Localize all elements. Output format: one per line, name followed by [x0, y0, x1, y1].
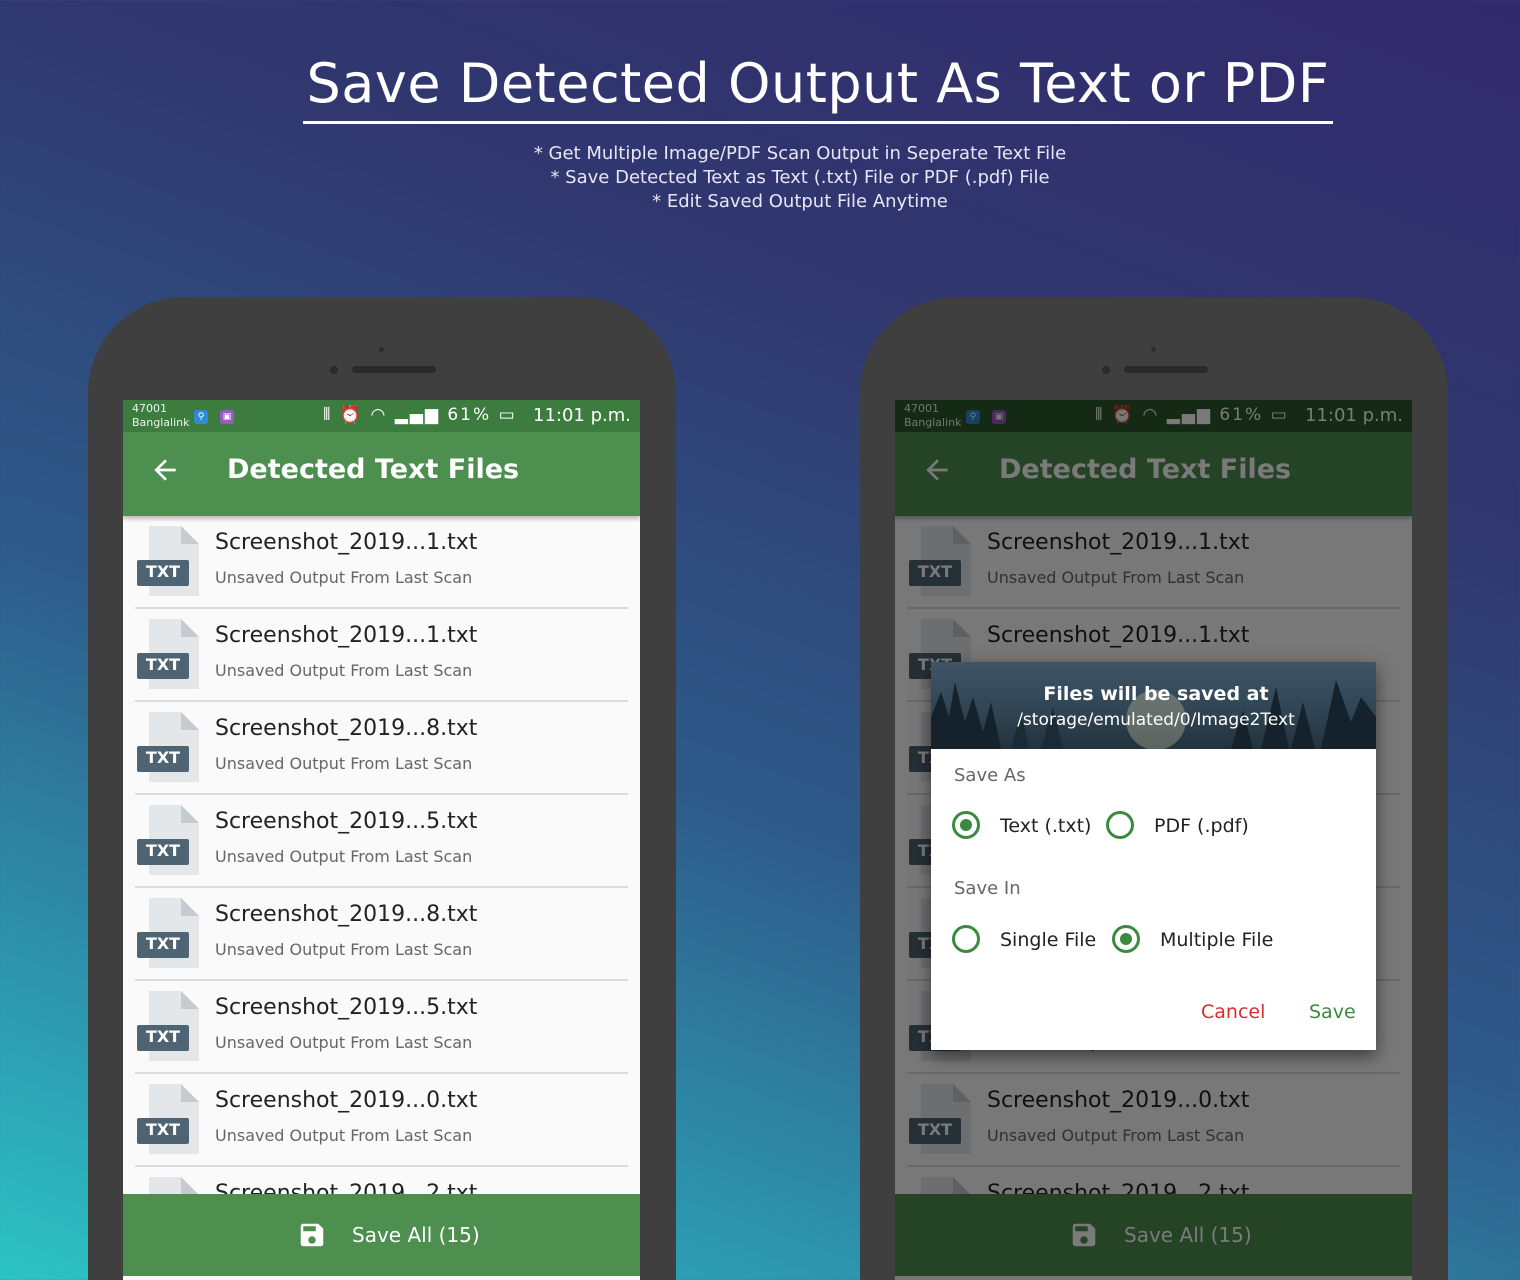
usb-icon: ⚲ — [194, 410, 208, 424]
battery-level: 61% — [447, 405, 492, 425]
radio-label-text-txt[interactable]: Text (.txt) — [1000, 815, 1091, 837]
floppy-disk-icon — [300, 1223, 324, 1247]
headline: Save Detected Output As Text or PDF — [0, 52, 1520, 124]
file-name: Screenshot_2019...1.txt — [215, 530, 478, 555]
file-type-label: TXT — [145, 655, 181, 674]
file-list-item[interactable]: TXT Screenshot_2019...0.txt Unsaved Output… — [123, 1074, 640, 1167]
save-as-label: Save As — [954, 765, 1026, 786]
feature-bullet: * Edit Saved Output File Anytime — [652, 191, 948, 212]
headline-title: Save Detected Output As Text or PDF — [302, 52, 1334, 124]
file-subtitle: Unsaved Output From Last Scan — [215, 940, 473, 959]
vibrate-icon: ⦀ — [323, 405, 333, 425]
save-all-label: Save All (15) — [352, 1223, 480, 1247]
carrier-name: Banglalink — [132, 416, 190, 429]
file-list[interactable]: TXT Screenshot_2019...1.txt Unsaved Output… — [123, 516, 640, 1260]
txt-file-icon — [137, 712, 199, 782]
phone-camera — [330, 366, 338, 374]
phone-speaker — [352, 366, 436, 373]
status-bar: 47001 Banglalink ⚲ ▣ ⦀ ⏰ ◠ ▂▄▆ 61% ▭ 11:… — [123, 400, 640, 432]
phone-sensor — [1151, 347, 1156, 352]
status-time: 11:01 p.m. — [533, 405, 631, 426]
txt-file-icon — [137, 991, 199, 1061]
feature-bullet: * Get Multiple Image/PDF Scan Output in … — [533, 143, 1067, 164]
wifi-icon: ◠ — [370, 405, 388, 425]
txt-file-icon — [137, 1084, 199, 1154]
file-subtitle: Unsaved Output From Last Scan — [215, 568, 473, 587]
file-type-label: TXT — [145, 1027, 181, 1046]
carrier-info: 47001 Banglalink — [132, 402, 190, 430]
save-path: /storage/emulated/0/Image2Text — [1017, 710, 1295, 730]
txt-file-icon — [137, 526, 199, 596]
radio-label-multiple-file[interactable]: Multiple File — [1160, 929, 1273, 951]
file-subtitle: Unsaved Output From Last Scan — [215, 847, 473, 866]
radio-text-txt[interactable] — [952, 811, 980, 839]
phone-screen: 47001 Banglalink ⚲ ▣ ⦀ ⏰ ◠ ▂▄▆ 61% ▭ 11:… — [895, 400, 1412, 1280]
file-subtitle: Unsaved Output From Last Scan — [215, 661, 473, 680]
save-dialog: Files will be saved at /storage/emulated… — [931, 662, 1376, 1050]
radio-label-single-file[interactable]: Single File — [1000, 929, 1096, 951]
phone-speaker — [1124, 366, 1208, 373]
file-name: Screenshot_2019...1.txt — [215, 623, 478, 648]
feature-bullets: * Get Multiple Image/PDF Scan Output in … — [0, 142, 1520, 214]
app-bar: Detected Text Files — [123, 432, 640, 516]
radio-pdf[interactable] — [1106, 811, 1134, 839]
file-list-item[interactable]: TXT Screenshot_2019...8.txt Unsaved Output… — [123, 702, 640, 795]
phone-sensor — [379, 347, 384, 352]
file-list-item[interactable]: TXT Screenshot_2019...5.txt Unsaved Output… — [123, 795, 640, 888]
file-type-label: TXT — [145, 748, 181, 767]
radio-multiple-file[interactable] — [1112, 925, 1140, 953]
phone-camera — [1102, 366, 1110, 374]
file-list-item[interactable]: TXT Screenshot_2019...5.txt Unsaved Output… — [123, 981, 640, 1074]
file-list-item[interactable]: TXT Screenshot_2019...1.txt Unsaved Output… — [123, 609, 640, 702]
image-notification-icon: ▣ — [220, 410, 234, 424]
save-in-label: Save In — [954, 878, 1021, 899]
feature-bullet: * Save Detected Text as Text (.txt) File… — [550, 167, 1050, 188]
file-subtitle: Unsaved Output From Last Scan — [215, 1033, 473, 1052]
file-name: Screenshot_2019...8.txt — [215, 716, 478, 741]
dialog-header: Files will be saved at /storage/emulated… — [931, 662, 1376, 749]
save-button[interactable]: Save — [1309, 1001, 1356, 1023]
phone-frame-right: 47001 Banglalink ⚲ ▣ ⦀ ⏰ ◠ ▂▄▆ 61% ▭ 11:… — [860, 297, 1448, 1280]
save-all-button[interactable]: Save All (15) — [123, 1194, 640, 1276]
file-type-label: TXT — [145, 841, 181, 860]
cancel-button[interactable]: Cancel — [1201, 1001, 1265, 1023]
signal-icon: ▂▄▆ — [394, 405, 440, 425]
file-type-label: TXT — [145, 562, 181, 581]
file-subtitle: Unsaved Output From Last Scan — [215, 754, 473, 773]
carrier-code: 47001 — [132, 402, 167, 415]
file-name: Screenshot_2019...5.txt — [215, 995, 478, 1020]
file-list-item[interactable]: TXT Screenshot_2019...8.txt Unsaved Output… — [123, 888, 640, 981]
back-arrow-icon[interactable] — [149, 454, 181, 486]
radio-label-pdf[interactable]: PDF (.pdf) — [1154, 815, 1249, 837]
txt-file-icon — [137, 898, 199, 968]
radio-single-file[interactable] — [952, 925, 980, 953]
page-title: Detected Text Files — [227, 454, 520, 485]
file-type-label: TXT — [145, 1120, 181, 1139]
forest-banner-image — [931, 680, 1376, 749]
dialog-title: Files will be saved at — [1043, 683, 1269, 705]
battery-icon: ▭ — [498, 405, 517, 425]
phone-frame-left: 47001 Banglalink ⚲ ▣ ⦀ ⏰ ◠ ▂▄▆ 61% ▭ 11:… — [88, 297, 676, 1280]
phone-screen: 47001 Banglalink ⚲ ▣ ⦀ ⏰ ◠ ▂▄▆ 61% ▭ 11:… — [123, 400, 640, 1280]
txt-file-icon — [137, 805, 199, 875]
txt-file-icon — [137, 619, 199, 689]
file-type-label: TXT — [145, 934, 181, 953]
file-subtitle: Unsaved Output From Last Scan — [215, 1126, 473, 1145]
file-list-item[interactable]: TXT Screenshot_2019...1.txt Unsaved Output… — [123, 516, 640, 609]
file-name: Screenshot_2019...8.txt — [215, 902, 478, 927]
file-name: Screenshot_2019...0.txt — [215, 1088, 478, 1113]
alarm-icon: ⏰ — [339, 405, 364, 425]
file-name: Screenshot_2019...5.txt — [215, 809, 478, 834]
status-icons: ⦀ ⏰ ◠ ▂▄▆ 61% ▭ — [323, 405, 517, 425]
